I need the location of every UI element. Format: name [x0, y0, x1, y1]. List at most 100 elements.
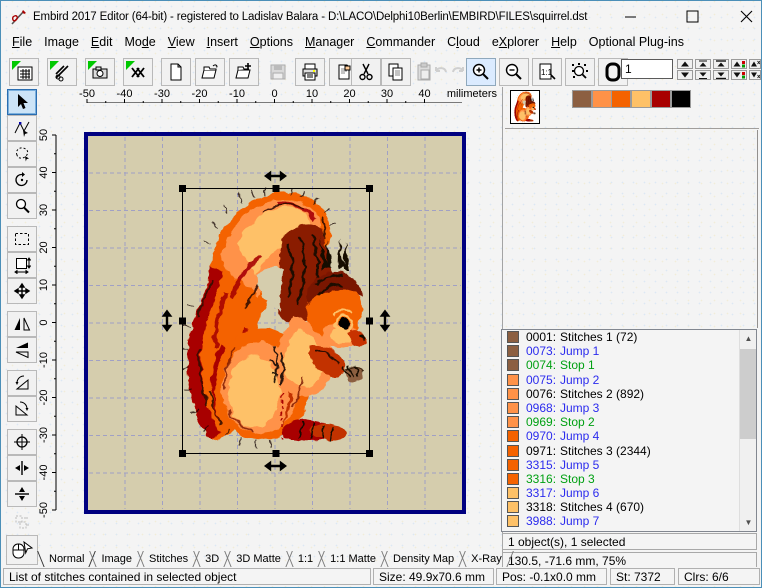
rotate-right-tool[interactable]: [7, 396, 37, 422]
spin-down-3[interactable]: [713, 70, 729, 80]
rect-select-tool[interactable]: [7, 226, 37, 252]
minimize-button[interactable]: [608, 2, 653, 31]
zoom-in-button[interactable]: [466, 58, 496, 86]
svg-text:10: 10: [306, 88, 318, 100]
stitch-row[interactable]: 0971: Stitches 3 (2344): [502, 444, 756, 458]
menu-commander[interactable]: Commander: [366, 35, 435, 49]
menu-options[interactable]: Options: [250, 35, 293, 49]
scroll-down-icon[interactable]: ▼: [740, 514, 756, 531]
merge-file-button[interactable]: [229, 58, 259, 86]
print-button[interactable]: [295, 58, 325, 86]
row-number: 0970:: [526, 429, 557, 444]
menu-cloud[interactable]: Cloud: [447, 35, 480, 49]
center-horizontal-tool[interactable]: [7, 455, 37, 481]
new-design-button[interactable]: [9, 58, 39, 86]
row-number: 0075:: [526, 372, 557, 387]
maximize-button[interactable]: [670, 2, 715, 31]
spin-down-4[interactable]: [731, 70, 747, 80]
thread-color-3[interactable]: [611, 90, 632, 108]
save-button-disabled: [263, 58, 293, 86]
center-tool[interactable]: [7, 429, 37, 455]
zoom-level-input[interactable]: [621, 59, 673, 79]
spin-up-3[interactable]: [713, 59, 729, 69]
cut-button[interactable]: [351, 58, 381, 86]
open-file-button[interactable]: [195, 58, 225, 86]
select-tool[interactable]: [7, 89, 37, 115]
new-file-button[interactable]: [161, 58, 191, 86]
thread-color-5[interactable]: [650, 90, 671, 108]
stitch-row[interactable]: 0969: Stop 2: [502, 415, 756, 429]
stitch-row[interactable]: 0970: Jump 4: [502, 429, 756, 443]
menu-help[interactable]: Help: [551, 35, 577, 49]
pointer-mode-button[interactable]: [6, 535, 38, 565]
stitch-row[interactable]: 3988: Jump 7: [502, 514, 756, 528]
row-number: 3317:: [526, 486, 557, 501]
row-color-swatch: [507, 331, 519, 343]
menu-optional-plug-ins[interactable]: Optional Plug-ins: [589, 35, 684, 49]
zoom-out-button[interactable]: [499, 58, 529, 86]
menu-file[interactable]: File: [12, 35, 32, 49]
spin-up-5[interactable]: [749, 59, 761, 69]
menu-view[interactable]: View: [168, 35, 195, 49]
spin-up-2[interactable]: [695, 59, 711, 69]
stitch-list[interactable]: 0001: Stitches 1 (72) 0073: Jump 1 0074: Stop…: [501, 329, 757, 532]
rotate-left-tool[interactable]: [7, 370, 37, 396]
spin-down-5[interactable]: [749, 70, 761, 80]
svg-text:20: 20: [39, 241, 50, 253]
row-label: Stop 3: [560, 471, 595, 486]
menu-manager[interactable]: Manager: [305, 35, 354, 49]
spin-up-4[interactable]: [731, 59, 747, 69]
delete-stitches-button[interactable]: [123, 58, 153, 86]
resize-tool[interactable]: [7, 252, 37, 278]
spin-down-1[interactable]: [677, 70, 693, 80]
image-tool-button[interactable]: [85, 58, 115, 86]
rotate-tool[interactable]: [7, 167, 37, 193]
row-label: Jump 3: [560, 400, 600, 415]
zoom-tool[interactable]: [7, 193, 37, 219]
stitch-row[interactable]: 3317: Jump 6: [502, 486, 756, 500]
svg-text:-50: -50: [79, 88, 95, 100]
copy-button[interactable]: [381, 58, 411, 86]
stitch-row[interactable]: 0001: Stitches 1 (72): [502, 330, 756, 344]
stitch-row[interactable]: 0073: Jump 1: [502, 344, 756, 358]
thread-color-4[interactable]: [631, 90, 652, 108]
center-vertical-tool[interactable]: [7, 481, 37, 507]
scrollbar-thumb[interactable]: [740, 349, 756, 439]
thread-color-1[interactable]: [572, 90, 592, 108]
menu-bar: File Image Edit Mode View Insert Options Manage…: [2, 31, 760, 53]
move-tool[interactable]: [7, 278, 37, 304]
stitch-row[interactable]: 3315: Jump 5: [502, 458, 756, 472]
stitch-row[interactable]: 3318: Stitches 4 (670): [502, 500, 756, 514]
menu-edit[interactable]: Edit: [91, 35, 113, 49]
menu-mode[interactable]: Mode: [124, 35, 155, 49]
stitch-row[interactable]: 0968: Jump 3: [502, 401, 756, 415]
thread-color-2[interactable]: [591, 90, 612, 108]
menu-explorer[interactable]: eXplorer: [492, 35, 539, 49]
stitch-list-scrollbar[interactable]: ▲ ▼: [739, 330, 756, 531]
redo-button-disabled: [450, 58, 466, 86]
stitch-row[interactable]: 0074: Stop 1: [502, 358, 756, 372]
row-label: Stitches 3 (2344): [560, 443, 651, 458]
zoom-1-1-button[interactable]: 1:1: [532, 58, 562, 86]
zoom-selection-button[interactable]: [565, 58, 595, 86]
flip-horizontal-tool[interactable]: [7, 311, 37, 337]
stitch-row[interactable]: 0076: Stitches 2 (892): [502, 387, 756, 401]
design-canvas[interactable]: [84, 132, 466, 514]
spin-down-2[interactable]: [695, 70, 711, 80]
spin-up-1[interactable]: [677, 59, 693, 69]
menu-insert[interactable]: Insert: [207, 35, 238, 49]
svg-text:50: 50: [39, 129, 50, 141]
edit-nodes-tool[interactable]: [7, 115, 37, 141]
design-thumbnail[interactable]: [510, 90, 540, 124]
app-icon: [11, 10, 26, 25]
flip-vertical-tool[interactable]: [7, 337, 37, 363]
edit-stitches-button[interactable]: [47, 58, 77, 86]
lasso-tool[interactable]: [7, 141, 37, 167]
menu-image[interactable]: Image: [44, 35, 79, 49]
thread-color-6[interactable]: [670, 90, 691, 108]
stitch-row[interactable]: 3316: Stop 3: [502, 472, 756, 486]
window-title: Embird 2017 Editor (64-bit) - registered…: [33, 11, 588, 23]
close-button[interactable]: [724, 2, 761, 31]
stitch-row[interactable]: 0075: Jump 2: [502, 373, 756, 387]
scroll-up-icon[interactable]: ▲: [740, 330, 756, 347]
